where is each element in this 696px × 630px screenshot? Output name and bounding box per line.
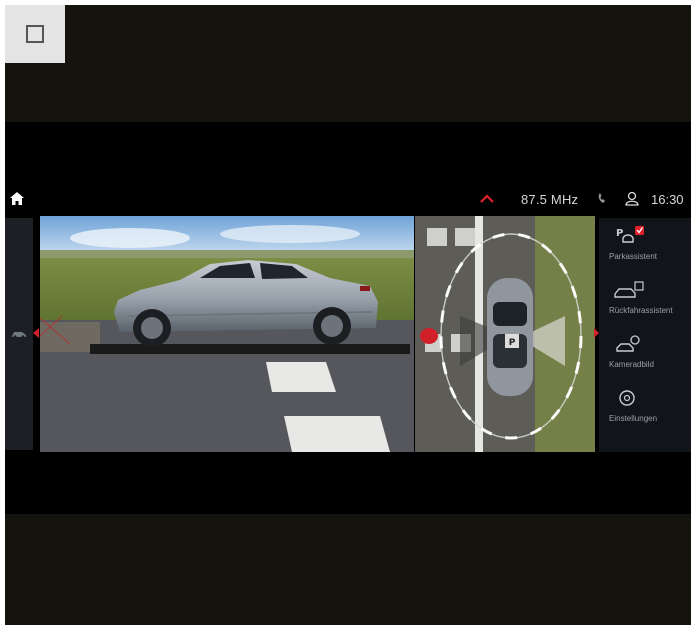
- menu-item-kameradbild[interactable]: Kameradbild: [599, 330, 691, 384]
- menu-item-parkassistent[interactable]: P Parkassistent: [599, 222, 691, 276]
- svg-text:P: P: [509, 338, 516, 348]
- menu-item-label: Rückfahrassistent: [609, 306, 673, 315]
- menu-item-label: Parkassistent: [609, 252, 658, 261]
- chevron-up-icon[interactable]: [480, 192, 494, 207]
- user-icon: [625, 191, 639, 209]
- park-assist-icon: P: [613, 224, 645, 255]
- video-player[interactable]: 87.5 MHz 16:30 P P Parkassistent Rückfah…: [5, 122, 691, 514]
- settings-icon: [613, 386, 645, 417]
- status-bar: 87.5 MHz 16:30: [5, 188, 691, 212]
- menu-item-rueckfahrassistent[interactable]: Rückfahrassistent: [599, 276, 691, 330]
- stop-icon: [26, 25, 44, 43]
- phone-icon: [597, 192, 609, 207]
- menu-item-einstellungen[interactable]: Einstellungen: [599, 384, 691, 438]
- reverse-assist-icon: [613, 278, 645, 309]
- side-camera-view: [40, 216, 414, 452]
- svg-text:P: P: [616, 228, 623, 239]
- clock: 16:30: [651, 192, 684, 207]
- camera-menu: P Parkassistent Rückfahrassistent Kamera…: [599, 218, 691, 452]
- left-pointer-icon: [33, 328, 39, 338]
- top-camera-view: P: [415, 216, 595, 452]
- car-icon[interactable]: [11, 326, 27, 344]
- menu-item-label: Einstellungen: [609, 414, 658, 423]
- menu-item-label: Kameradbild: [609, 360, 654, 369]
- home-icon[interactable]: [10, 192, 24, 208]
- camera-view-icon: [613, 332, 645, 363]
- stop-button[interactable]: [5, 5, 65, 63]
- radio-frequency: 87.5 MHz: [521, 192, 579, 207]
- left-side-panel: [5, 218, 33, 450]
